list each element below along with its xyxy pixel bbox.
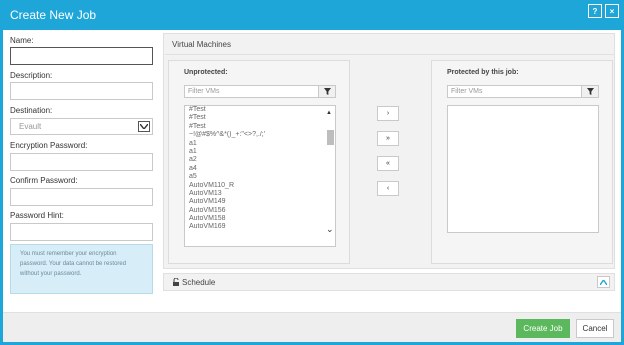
- encryption-password-input[interactable]: [10, 153, 153, 171]
- list-item[interactable]: AutoVM110_R: [185, 182, 335, 190]
- protected-filter[interactable]: Filter VMs: [447, 85, 599, 98]
- list-item[interactable]: AutoVM169: [185, 223, 335, 231]
- destination-label: Destination:: [10, 106, 53, 115]
- destination-value: Evault: [19, 122, 42, 131]
- schedule-section[interactable]: Schedule: [163, 273, 615, 291]
- dialog-footer: Create Job Cancel: [3, 312, 621, 342]
- chevron-down-icon: [138, 121, 150, 132]
- encryption-info-box: You must remember your encryption passwo…: [10, 244, 153, 294]
- filter-placeholder: Filter VMs: [451, 88, 483, 95]
- list-item[interactable]: #Test: [185, 114, 335, 122]
- close-button[interactable]: ×: [605, 4, 619, 18]
- list-item[interactable]: #Test: [185, 123, 335, 131]
- job-details-form: Name: Description: Destination: Evault E…: [3, 30, 159, 312]
- add-selected-button[interactable]: ›: [377, 106, 399, 121]
- protected-vm-list[interactable]: [447, 105, 599, 233]
- confirm-password-label: Confirm Password:: [10, 176, 78, 185]
- list-item[interactable]: #Test: [185, 106, 335, 114]
- list-item[interactable]: a4: [185, 165, 335, 173]
- list-item[interactable]: a1: [185, 140, 335, 148]
- create-job-button[interactable]: Create Job: [516, 319, 570, 338]
- list-item[interactable]: AutoVM149: [185, 198, 335, 206]
- filter-icon[interactable]: [318, 85, 336, 98]
- list-item[interactable]: a1: [185, 148, 335, 156]
- encryption-password-label: Encryption Password:: [10, 141, 88, 150]
- password-hint-label: Password Hint:: [10, 211, 64, 220]
- scroll-down-icon[interactable]: ⌄: [326, 224, 334, 235]
- filter-icon[interactable]: [581, 85, 599, 98]
- confirm-password-input[interactable]: [10, 188, 153, 206]
- list-item[interactable]: AutoVM13: [185, 190, 335, 198]
- virtual-machines-panel: Virtual Machines Unprotected: Filter VMs…: [163, 33, 615, 269]
- list-item[interactable]: AutoVM156: [185, 207, 335, 215]
- password-hint-input[interactable]: [10, 223, 153, 241]
- unprotected-vm-box: Unprotected: Filter VMs #Test #Test #Tes…: [168, 60, 350, 264]
- unprotected-vm-list[interactable]: #Test #Test #Test ~!@#$%^&*()_+:"<>?,./;…: [184, 105, 336, 247]
- protected-vm-box: Protected by this job: Filter VMs: [431, 60, 613, 264]
- window-title: Create New Job: [10, 8, 97, 22]
- name-label: Name:: [10, 36, 34, 45]
- list-item[interactable]: ~!@#$%^&*()_+:"<>?,./;': [185, 131, 335, 139]
- collapse-schedule-button[interactable]: [597, 276, 610, 288]
- filter-placeholder: Filter VMs: [188, 88, 220, 95]
- cancel-button[interactable]: Cancel: [576, 319, 614, 338]
- title-bar: Create New Job ? ×: [0, 0, 624, 30]
- add-all-button[interactable]: »: [377, 131, 399, 146]
- description-input[interactable]: [10, 82, 153, 100]
- remove-selected-button[interactable]: ‹: [377, 181, 399, 196]
- chevron-up-icon: [600, 279, 607, 285]
- section-title: Virtual Machines: [172, 40, 231, 49]
- description-label: Description:: [10, 71, 53, 80]
- unprotected-title: Unprotected:: [184, 69, 228, 76]
- remove-all-button[interactable]: «: [377, 156, 399, 171]
- help-button[interactable]: ?: [588, 4, 602, 18]
- destination-select[interactable]: Evault: [10, 118, 153, 135]
- unlock-icon: [172, 277, 180, 288]
- schedule-label: Schedule: [182, 278, 216, 287]
- scroll-up-icon[interactable]: ▲: [326, 110, 332, 116]
- list-scrollbar[interactable]: ▲ ⌄: [325, 106, 335, 246]
- unprotected-filter[interactable]: Filter VMs: [184, 85, 336, 98]
- name-input[interactable]: [10, 47, 153, 65]
- section-divider: [165, 54, 615, 55]
- protected-title: Protected by this job:: [447, 69, 519, 76]
- list-item[interactable]: a5: [185, 173, 335, 181]
- list-item[interactable]: AutoVM158: [185, 215, 335, 223]
- scroll-thumb[interactable]: [327, 130, 334, 145]
- list-item[interactable]: a2: [185, 156, 335, 164]
